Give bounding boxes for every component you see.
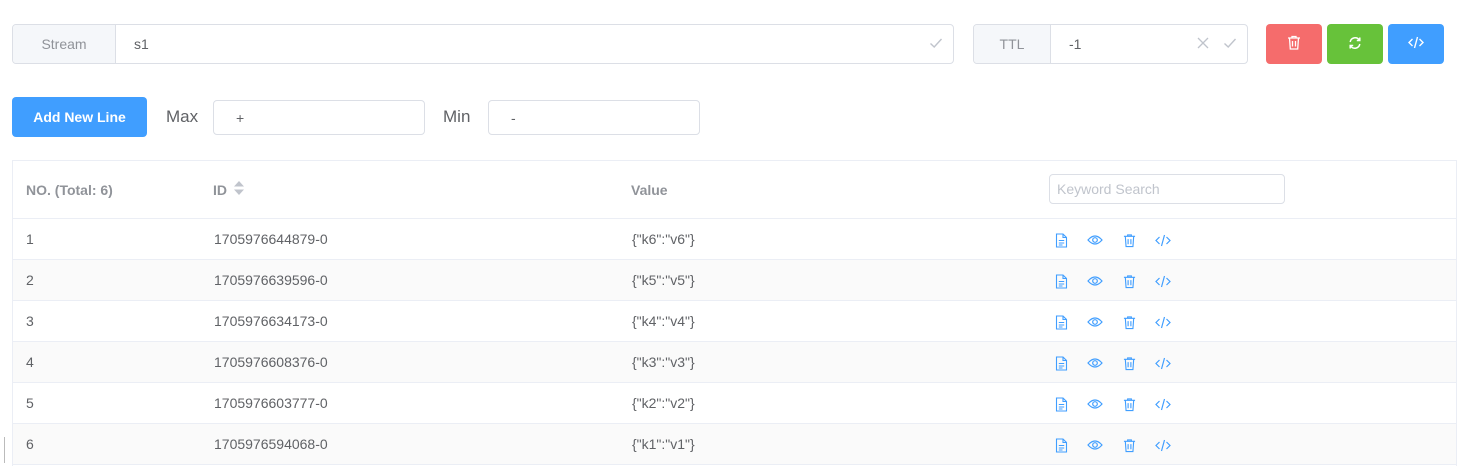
ttl-input-group: TTL -1: [973, 24, 1248, 64]
eye-icon[interactable]: [1085, 394, 1105, 414]
eye-icon[interactable]: [1085, 271, 1105, 291]
check-icon[interactable]: [929, 36, 943, 53]
row-actions: [1051, 271, 1173, 291]
document-icon[interactable]: [1051, 312, 1071, 332]
row-value: {"k1":"v1"}: [632, 436, 695, 452]
column-header-id[interactable]: ID: [213, 180, 245, 199]
row-actions: [1051, 230, 1173, 250]
table-row: 6 1705976594068-0 {"k1":"v1"}: [13, 424, 1456, 465]
row-value: {"k4":"v4"}: [632, 313, 695, 329]
table-row: 3 1705976634173-0 {"k4":"v4"}: [13, 301, 1456, 342]
column-header-value: Value: [631, 182, 668, 198]
add-new-line-button[interactable]: Add New Line: [12, 97, 147, 137]
keyword-search-input[interactable]: [1049, 174, 1285, 204]
trash-icon[interactable]: [1119, 435, 1139, 455]
refresh-button[interactable]: [1327, 24, 1383, 64]
row-number: 5: [26, 395, 34, 411]
row-value: {"k6":"v6"}: [632, 231, 695, 247]
row-value: {"k5":"v5"}: [632, 272, 695, 288]
row-id: 1705976634173-0: [214, 313, 328, 329]
delete-key-button[interactable]: [1266, 24, 1322, 64]
trash-icon[interactable]: [1119, 230, 1139, 250]
table-row: 1 1705976644879-0 {"k6":"v6"}: [13, 219, 1456, 260]
eye-icon[interactable]: [1085, 353, 1105, 373]
min-input[interactable]: -: [488, 100, 700, 135]
document-icon[interactable]: [1051, 230, 1071, 250]
document-icon[interactable]: [1051, 435, 1071, 455]
ttl-label: TTL: [974, 25, 1051, 63]
stream-name-input[interactable]: s1: [116, 25, 929, 63]
view-code-button[interactable]: [1388, 24, 1444, 64]
document-icon[interactable]: [1051, 271, 1071, 291]
table-row: 4 1705976608376-0 {"k3":"v3"}: [13, 342, 1456, 383]
min-label: Min: [443, 107, 471, 126]
row-value: {"k3":"v3"}: [632, 354, 695, 370]
trash-icon: [1287, 35, 1301, 53]
row-actions: [1051, 394, 1173, 414]
stream-label: Stream: [13, 25, 116, 63]
row-id: 1705976603777-0: [214, 395, 328, 411]
row-actions: [1051, 353, 1173, 373]
code-icon[interactable]: [1153, 230, 1173, 250]
row-value: {"k2":"v2"}: [632, 395, 695, 411]
row-number: 6: [26, 436, 34, 452]
eye-icon[interactable]: [1085, 230, 1105, 250]
row-id: 1705976639596-0: [214, 272, 328, 288]
max-label: Max: [166, 107, 199, 126]
trash-icon[interactable]: [1119, 394, 1139, 414]
row-actions: [1051, 435, 1173, 455]
clear-icon[interactable]: [1197, 36, 1209, 52]
sort-icon[interactable]: [233, 180, 245, 199]
code-icon[interactable]: [1153, 312, 1173, 332]
document-icon[interactable]: [1051, 353, 1071, 373]
code-icon[interactable]: [1153, 271, 1173, 291]
row-id: 1705976608376-0: [214, 354, 328, 370]
table-body: 1 1705976644879-0 {"k6":"v6"} 2 17059766…: [13, 219, 1456, 465]
refresh-icon: [1348, 36, 1362, 53]
max-input[interactable]: +: [213, 100, 425, 135]
trash-icon[interactable]: [1119, 353, 1139, 373]
code-icon: [1408, 36, 1424, 52]
code-icon[interactable]: [1153, 353, 1173, 373]
ttl-input[interactable]: -1: [1051, 25, 1197, 63]
row-number: 4: [26, 354, 34, 370]
row-number: 1: [26, 231, 34, 247]
code-icon[interactable]: [1153, 394, 1173, 414]
code-icon[interactable]: [1153, 435, 1173, 455]
row-id: 1705976644879-0: [214, 231, 328, 247]
eye-icon[interactable]: [1085, 312, 1105, 332]
table-row: 5 1705976603777-0 {"k2":"v2"}: [13, 383, 1456, 424]
row-actions: [1051, 312, 1173, 332]
table-row: 2 1705976639596-0 {"k5":"v5"}: [13, 260, 1456, 301]
row-number: 3: [26, 313, 34, 329]
check-icon[interactable]: [1223, 36, 1237, 53]
eye-icon[interactable]: [1085, 435, 1105, 455]
divider: [4, 437, 5, 463]
column-header-no: NO. (Total: 6): [26, 182, 113, 198]
stream-table: NO. (Total: 6) ID Value 1 1705976644879-…: [12, 160, 1457, 466]
document-icon[interactable]: [1051, 394, 1071, 414]
table-header: NO. (Total: 6) ID Value: [13, 161, 1456, 219]
row-number: 2: [26, 272, 34, 288]
trash-icon[interactable]: [1119, 271, 1139, 291]
stream-input-group: Stream s1: [12, 24, 954, 64]
trash-icon[interactable]: [1119, 312, 1139, 332]
column-header-id-label: ID: [213, 181, 227, 198]
row-id: 1705976594068-0: [214, 436, 328, 452]
